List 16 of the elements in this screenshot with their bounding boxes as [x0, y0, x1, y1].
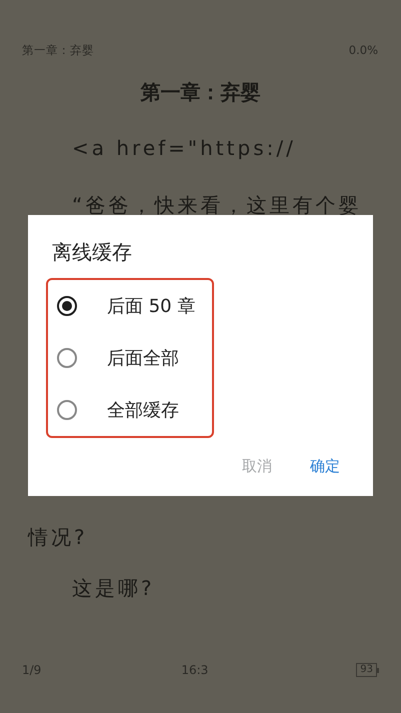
chapter-title: 第一章：弃婴	[140, 79, 260, 106]
confirm-button[interactable]: 确定	[310, 455, 340, 477]
story-paragraph: 情况?	[28, 524, 89, 551]
radio-icon[interactable]	[57, 296, 77, 316]
story-paragraph: 这是哪?	[71, 575, 156, 602]
battery-icon: 93	[356, 663, 379, 677]
radio-icon[interactable]	[57, 348, 77, 368]
dialog-title: 离线缓存	[52, 239, 132, 266]
radio-option[interactable]: 后面 50 章	[48, 280, 212, 332]
radio-option[interactable]: 全部缓存	[48, 384, 212, 436]
clock-time: 16:3	[181, 663, 208, 677]
page-number: 1/9	[22, 663, 42, 677]
story-paragraph: “爸爸，快来看，这里有个婴	[71, 192, 362, 219]
radio-icon[interactable]	[57, 400, 77, 420]
radio-option[interactable]: 后面全部	[48, 332, 212, 384]
story-paragraph: <a href="https://	[71, 135, 297, 162]
